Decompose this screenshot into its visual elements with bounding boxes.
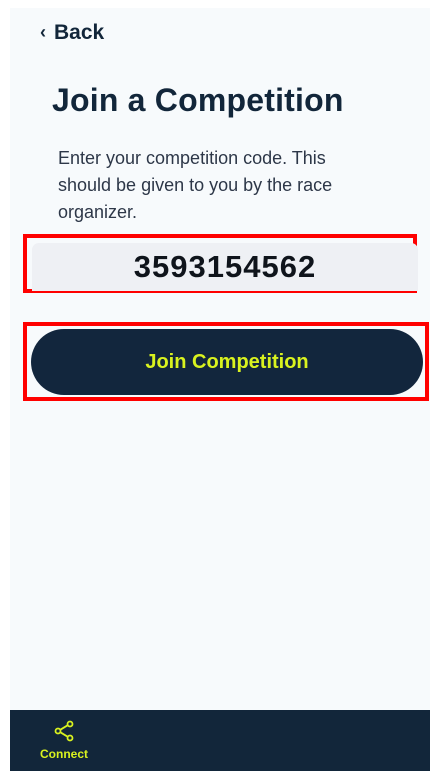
- share-icon: [54, 720, 74, 742]
- competition-code-input[interactable]: [32, 243, 418, 291]
- back-button[interactable]: ‹ Back: [40, 16, 104, 50]
- chevron-left-icon: ‹: [40, 22, 46, 42]
- bottom-navigation: Connect: [10, 710, 430, 771]
- back-label: Back: [54, 21, 105, 44]
- join-competition-screen: ‹ Back Join a Competition Enter your com…: [10, 8, 430, 771]
- instruction-text: Enter your competition code. This should…: [58, 148, 333, 222]
- page-title: Join a Competition: [52, 82, 344, 118]
- tab-connect[interactable]: Connect: [33, 719, 95, 765]
- tab-connect-label: Connect: [40, 747, 88, 761]
- join-competition-button[interactable]: Join Competition: [31, 329, 423, 395]
